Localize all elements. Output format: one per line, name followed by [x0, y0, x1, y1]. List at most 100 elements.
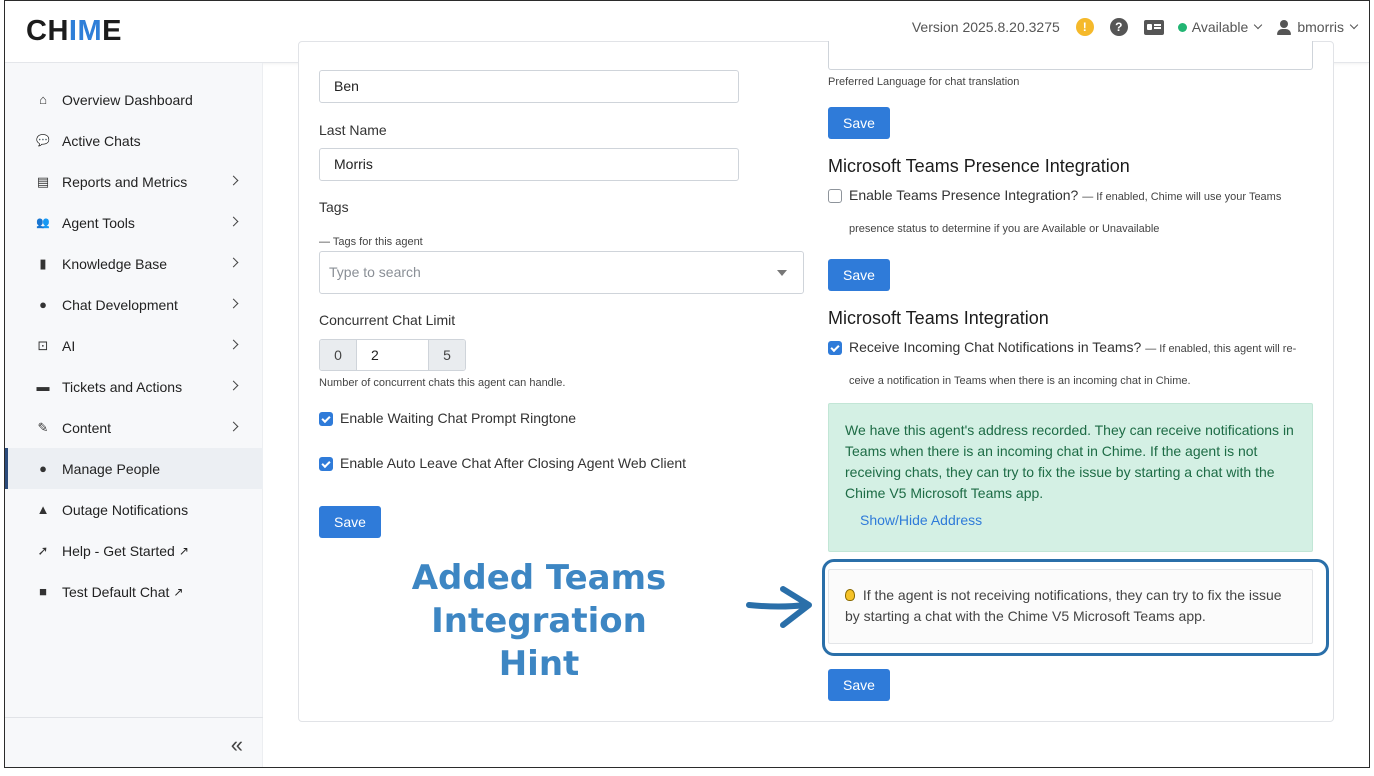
rocket-icon: ➚	[37, 542, 49, 558]
teams-presence-title: Microsoft Teams Presence Integration	[828, 156, 1130, 176]
version-label: Version 2025.8.20.3275	[911, 19, 1060, 35]
auto-leave-option[interactable]: Enable Auto Leave Chat After Closing Age…	[319, 455, 686, 471]
alert-icon: ▲	[36, 502, 50, 517]
chart-icon: ▤	[36, 173, 50, 189]
teams-integration-title: Microsoft Teams Integration	[828, 308, 1049, 328]
ringtone-label: Enable Waiting Chat Prompt Ringtone	[340, 410, 577, 426]
concurrent-chat-hint: Number of concurrent chats this agent ca…	[319, 377, 566, 389]
message-icon: ■	[39, 584, 47, 599]
warning-icon[interactable]: !	[1075, 18, 1094, 36]
teams-presence-hint-1: — If enabled, Chime will use your Teams	[1082, 191, 1282, 203]
user-menu[interactable]: bmorris	[1277, 19, 1359, 35]
sidebar-item-content[interactable]: ✎ Content	[5, 407, 263, 448]
save-button-presence[interactable]: Save	[828, 259, 890, 291]
sidebar-item-tickets-and-actions[interactable]: ▬ Tickets and Actions	[5, 366, 263, 407]
status-label: Available	[1191, 19, 1249, 35]
stepper-value[interactable]: 2	[356, 340, 429, 370]
chevron-right-icon	[228, 339, 239, 350]
annotation-arrow-icon	[746, 586, 812, 628]
sidebar-item-label: Chat Development	[62, 296, 178, 313]
sidebar-item-label: Manage People	[62, 460, 161, 477]
teams-presence-label: Enable Teams Presence Integration?	[849, 187, 1079, 203]
tags-hint: — Tags for this agent	[319, 236, 423, 248]
sidebar-item-label: Outage Notifications	[62, 501, 189, 518]
teams-address-message: We have this agent's address recorded. T…	[845, 422, 1294, 501]
teams-notifications-hint-1: — If enabled, this agent will re-	[1145, 343, 1297, 355]
edit-icon: ✎	[37, 419, 49, 435]
chevron-right-icon	[228, 216, 239, 227]
first-name-field[interactable]: Ben	[319, 70, 739, 103]
sidebar-item-active-chats[interactable]: 💬 Active Chats	[5, 120, 263, 161]
book-icon: ▮	[39, 255, 47, 271]
chevron-right-icon	[228, 257, 239, 268]
chevron-right-icon	[228, 175, 239, 186]
concurrent-chat-label: Concurrent Chat Limit	[319, 312, 456, 328]
sidebar-footer: «	[5, 717, 263, 767]
save-button-language[interactable]: Save	[828, 107, 890, 139]
help-icon[interactable]: ?	[1109, 18, 1128, 36]
sidebar-item-test-default-chat[interactable]: ■ Test Default Chat ↗	[5, 571, 263, 612]
ticket-icon: ▬	[36, 379, 50, 394]
concurrent-chat-stepper[interactable]: 0 2 5	[319, 339, 466, 371]
sidebar-item-ai[interactable]: ⊡ AI	[5, 325, 263, 366]
dropdown-caret-icon	[777, 270, 787, 276]
show-hide-address-link[interactable]: Show/Hide Address	[860, 512, 982, 528]
preferred-language-select[interactable]	[828, 41, 1313, 70]
sidebar-item-knowledge-base[interactable]: ▮ Knowledge Base	[5, 243, 263, 284]
auto-leave-checkbox[interactable]	[319, 457, 333, 471]
home-icon: ⌂	[39, 92, 47, 107]
annotation-line-1: Added Teams Integration	[411, 558, 667, 641]
sidebar-item-label: Active Chats	[62, 132, 141, 149]
sidebar-item-label: Agent Tools	[62, 214, 135, 231]
robot-icon: ⊡	[37, 337, 49, 353]
chats-icon: 💬	[36, 135, 50, 147]
teams-presence-option[interactable]: Enable Teams Presence Integration? — If …	[828, 187, 1298, 244]
chevron-right-icon	[228, 298, 239, 309]
sidebar-item-help-get-started[interactable]: ➚ Help - Get Started ↗	[5, 530, 263, 571]
sidebar-item-reports-and-metrics[interactable]: ▤ Reports and Metrics	[5, 161, 263, 202]
external-link-icon: ↗	[173, 584, 184, 599]
ringtone-checkbox[interactable]	[319, 412, 333, 426]
teams-notifications-hint-2: ceive a notification in Teams when there…	[849, 375, 1191, 387]
last-name-label: Last Name	[319, 122, 387, 138]
status-dropdown[interactable]: Available	[1177, 19, 1263, 35]
comment-icon: ●	[39, 297, 47, 312]
stepper-min[interactable]: 0	[320, 340, 356, 370]
teams-presence-checkbox[interactable]	[828, 189, 842, 203]
collapse-sidebar-icon[interactable]: «	[231, 732, 243, 758]
preferred-language-hint: Preferred Language for chat translation	[828, 76, 1020, 88]
teams-notifications-label: Receive Incoming Chat Notifications in T…	[849, 339, 1142, 355]
username: bmorris	[1297, 19, 1344, 35]
chevron-right-icon	[228, 421, 239, 432]
users-icon: 👥	[36, 217, 50, 229]
teams-presence-hint-2: presence status to determine if you are …	[849, 223, 1160, 235]
teams-notifications-checkbox[interactable]	[828, 341, 842, 355]
sidebar-item-chat-development[interactable]: ● Chat Development	[5, 284, 263, 325]
stepper-max[interactable]: 5	[429, 340, 465, 370]
teams-notifications-option[interactable]: Receive Incoming Chat Notifications in T…	[828, 339, 1308, 396]
sidebar-item-outage-notifications[interactable]: ▲ Outage Notifications	[5, 489, 263, 530]
last-name-field[interactable]: Morris	[319, 148, 739, 181]
annotation-line-2: Hint	[498, 644, 580, 684]
sidebar-item-label: AI	[62, 337, 76, 354]
id-card-icon[interactable]	[1143, 19, 1164, 35]
chime-logo[interactable]: CHIME	[26, 15, 122, 48]
save-button-teams[interactable]: Save	[828, 669, 890, 701]
sidebar-item-label: Content	[62, 419, 112, 436]
chevron-down-icon	[1349, 20, 1359, 30]
sidebar-item-agent-tools[interactable]: 👥 Agent Tools	[5, 202, 263, 243]
ringtone-option[interactable]: Enable Waiting Chat Prompt Ringtone	[319, 410, 576, 426]
save-button-left[interactable]: Save	[319, 506, 381, 538]
sidebar-item-overview-dashboard[interactable]: ⌂ Overview Dashboard	[5, 79, 263, 120]
header-actions: Version 2025.8.20.3275 ! ? Available bmo…	[911, 18, 1359, 36]
user-icon	[1277, 19, 1292, 35]
sidebar-item-manage-people[interactable]: ● Manage People	[5, 448, 263, 489]
auto-leave-label: Enable Auto Leave Chat After Closing Age…	[340, 455, 687, 471]
tags-select[interactable]: Type to search	[319, 251, 804, 294]
chevron-down-icon	[1254, 20, 1263, 30]
sidebar: ⌂ Overview Dashboard 💬 Active Chats ▤ Re…	[5, 63, 263, 767]
tags-placeholder: Type to search	[329, 264, 421, 280]
status-dot-icon	[1177, 22, 1187, 32]
app-window: CHIME Version 2025.8.20.3275 ! ? Availab…	[4, 0, 1370, 768]
user-icon: ●	[39, 461, 47, 476]
